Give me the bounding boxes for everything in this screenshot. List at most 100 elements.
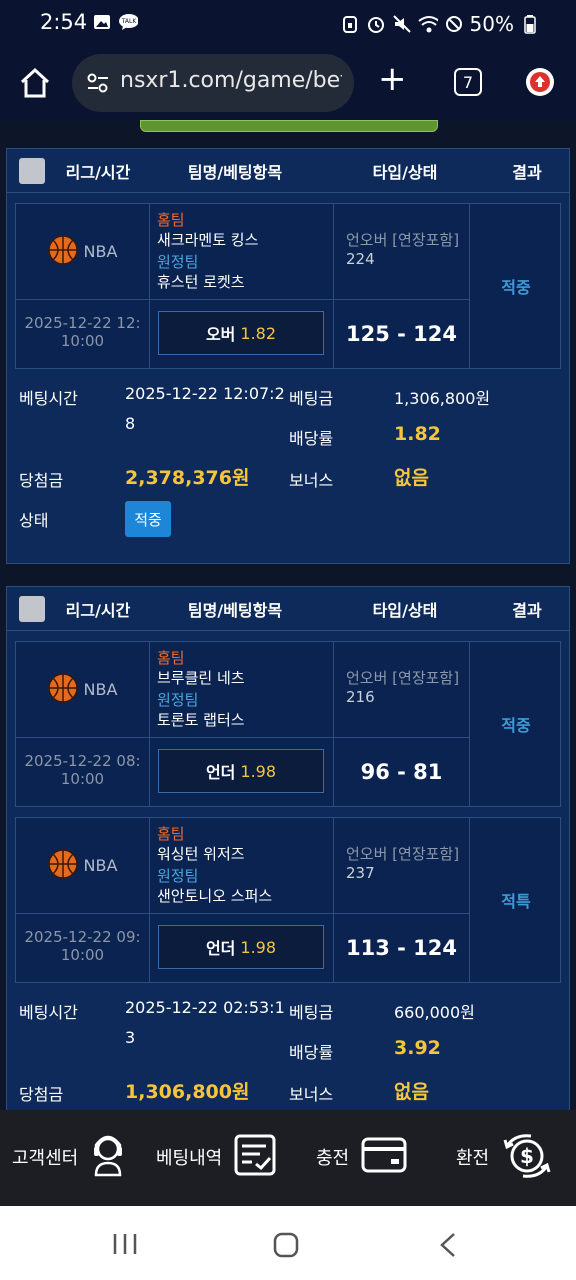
block-icon: [444, 14, 464, 34]
header-league: 리그/시간: [65, 600, 131, 620]
bet-card: 리그/시간 팀명/베팅항목 타입/상태 결과 NBA 2025-12-22 08…: [6, 586, 570, 1110]
card-icon: [361, 1135, 407, 1180]
status-badge: 적중: [125, 501, 171, 537]
bet-total: 237: [346, 864, 375, 882]
update-icon[interactable]: [526, 68, 554, 96]
away-team: 토론토 랩터스: [157, 711, 245, 729]
nav-history[interactable]: 베팅내역: [156, 1132, 276, 1182]
away-label: 원정팀: [157, 253, 199, 271]
bonus-value: 없음: [394, 467, 429, 489]
exchange-icon: $: [501, 1132, 553, 1183]
basketball-icon: [47, 672, 78, 707]
select-checkbox[interactable]: [19, 157, 45, 184]
pick-cell: 오버 1.82: [150, 300, 334, 368]
win-amount-value: 1,306,800원: [125, 1081, 250, 1103]
wifi-icon: [417, 14, 438, 34]
bet-total: 224: [346, 250, 375, 268]
nav-support-label: 고객센터: [12, 1148, 79, 1169]
status-bar: 2:54 TALK 50%: [0, 0, 576, 48]
game-row: NBA 2025-12-22 08:10:00 홈팀 브루클린 네츠 원정팀 토…: [15, 641, 561, 807]
battery-percent: 50%: [469, 12, 514, 36]
pick-button[interactable]: 언더 1.98: [158, 749, 324, 793]
bet-card: 리그/시간 팀명/베팅항목 타입/상태 결과 NBA 2025-12-22 12…: [6, 148, 570, 564]
bonus-value: 없음: [394, 1081, 429, 1103]
teams-cell: 홈팀 새크라멘토 킹스 원정팀 휴스턴 로켓츠: [150, 204, 334, 300]
header-result: 결과: [512, 162, 542, 182]
status-time: 2:54: [40, 10, 88, 34]
nav-deposit-label: 충전: [316, 1148, 350, 1169]
bet-type: 언오버 [연장포함]: [346, 845, 460, 863]
home-icon[interactable]: [18, 66, 52, 104]
bet-amount-value: 660,000원: [394, 1003, 475, 1022]
alarm-icon: [366, 14, 386, 34]
home-nav-icon[interactable]: [273, 1232, 299, 1262]
tab-switcher[interactable]: 7: [454, 68, 482, 96]
url-bar[interactable]: nsxr1.com/game/betl: [72, 54, 354, 112]
home-team: 워싱턴 위저즈: [157, 845, 245, 863]
game-time: 2025-12-22 12:10:00: [16, 300, 150, 368]
league-name: NBA: [83, 856, 118, 875]
nav-withdraw[interactable]: 환전 $: [456, 1132, 553, 1182]
game-time: 2025-12-22 09:10:00: [16, 914, 150, 982]
home-label: 홈팀: [157, 825, 185, 843]
header-team: 팀명/베팅항목: [187, 600, 283, 620]
lock-icon: [340, 14, 360, 34]
back-icon[interactable]: [438, 1232, 458, 1262]
game-result: 적특: [501, 892, 531, 911]
bet-amount-label: 베팅금: [289, 389, 334, 408]
game-score: 96 - 81: [334, 738, 470, 806]
system-nav-bar: [0, 1206, 576, 1280]
odds-label: 배당률: [289, 429, 334, 448]
game-row: NBA 2025-12-22 12:10:00 홈팀 새크라멘토 킹스 원정팀 …: [15, 203, 561, 369]
league-cell: NBA: [16, 818, 150, 914]
bet-amount-value: 1,306,800원: [394, 389, 491, 408]
game-result: 적중: [501, 278, 531, 297]
nav-history-label: 베팅내역: [156, 1148, 223, 1169]
new-tab-icon[interactable]: +: [378, 62, 407, 96]
league-name: NBA: [83, 242, 118, 261]
game-time: 2025-12-22 08:10:00: [16, 738, 150, 806]
nav-deposit[interactable]: 충전: [316, 1132, 407, 1182]
game-result: 적중: [501, 716, 531, 735]
notification-icons: TALK: [92, 12, 138, 32]
gallery-icon: [92, 12, 112, 32]
bottom-nav: 고객센터 베팅내역 충전 환전 $: [0, 1110, 576, 1206]
svg-text:$: $: [520, 1144, 534, 1168]
bet-amount-label: 베팅금: [289, 1003, 334, 1022]
bet-time-value: 2025-12-22 12:07:28: [125, 384, 285, 433]
pick-label: 언더: [205, 763, 236, 782]
bonus-label: 보너스: [289, 471, 334, 490]
filter-tabs[interactable]: [140, 120, 438, 132]
league-cell: NBA: [16, 204, 150, 300]
pick-button[interactable]: 언더 1.98: [158, 925, 324, 969]
browser-toolbar: nsxr1.com/game/betl + 7: [0, 48, 576, 120]
bet-history-page: 리그/시간 팀명/베팅항목 타입/상태 결과 NBA 2025-12-22 12…: [0, 120, 576, 1110]
bet-type: 언오버 [연장포함]: [346, 231, 460, 249]
away-label: 원정팀: [157, 691, 199, 709]
win-amount-value: 2,378,376원: [125, 467, 250, 489]
win-amount-label: 당첨금: [19, 471, 64, 490]
win-amount-label: 당첨금: [19, 1085, 64, 1104]
teams-cell: 홈팀 브루클린 네츠 원정팀 토론토 랩터스: [150, 642, 334, 738]
header-team: 팀명/베팅항목: [187, 162, 283, 182]
system-icons: 50%: [340, 12, 540, 36]
header-type: 타입/상태: [372, 600, 438, 620]
select-checkbox[interactable]: [19, 595, 45, 622]
bet-type-cell: 언오버 [연장포함] 237: [334, 818, 470, 914]
home-label: 홈팀: [157, 211, 185, 229]
bet-summary: 베팅시간 2025-12-22 12:07:28 베팅금 1,306,800원 …: [7, 369, 569, 555]
url-text: nsxr1.com/game/betl: [120, 68, 342, 93]
mute-icon: [392, 14, 412, 34]
pick-odds: 1.82: [240, 323, 277, 343]
league-cell: NBA: [16, 642, 150, 738]
nav-support[interactable]: 고객센터: [12, 1132, 126, 1182]
recents-icon[interactable]: [112, 1232, 138, 1260]
pick-button[interactable]: 오버 1.82: [158, 311, 324, 355]
header-result: 결과: [512, 600, 542, 620]
odds-value: 1.82: [394, 423, 441, 445]
site-settings-icon[interactable]: [86, 73, 110, 97]
status-label: 상태: [19, 511, 49, 530]
pick-odds: 1.98: [240, 761, 277, 781]
bet-time-label: 베팅시간: [19, 1003, 78, 1022]
bet-summary: 베팅시간 2025-12-22 02:53:13 베팅금 660,000원 배당…: [7, 983, 569, 1110]
